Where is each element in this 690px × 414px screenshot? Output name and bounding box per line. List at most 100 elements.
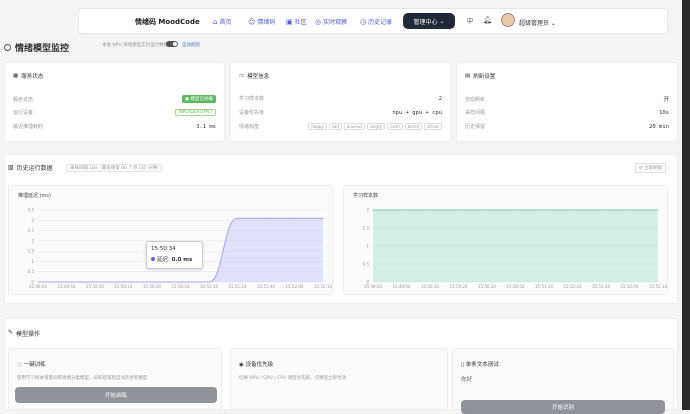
data-point <box>236 217 239 219</box>
data-point <box>543 209 545 211</box>
user-menu[interactable]: 超级管理员 ⌄ <box>519 18 556 27</box>
test-text-input[interactable]: 你好 <box>461 375 472 383</box>
data-point <box>457 209 460 211</box>
y-tick-label: 2.5 <box>28 228 35 233</box>
device-priority-card: ◉ 设备优先级 切换 NPU / GPU / CPU 调度优先级，切换后立即生效 <box>230 348 448 410</box>
tool-icon: ✎ <box>8 329 14 336</box>
y-tick-label: 0.5 <box>28 269 35 274</box>
history-icon: ◷ <box>360 17 367 26</box>
train-title: ◌ 一键训练 <box>17 362 46 368</box>
samples-chart: 00.511.5215:49:24 15:49:54 15:50:14 15:50:2… <box>363 208 668 290</box>
auto-refresh-toggle[interactable] <box>166 41 178 47</box>
model-info-card: ▭ 模型信息 学习样本数 2 设备优先级 npu + gpu + cpu 情绪标签 h… <box>230 62 451 142</box>
refresh-settings-card: ▤ 刷新设置 自动刷新开 采样间隔 10s 历史保留 20 min <box>456 62 678 142</box>
data-point <box>179 281 182 283</box>
avatar[interactable] <box>501 13 515 27</box>
x-tick-label: 15:50:24 <box>450 284 468 289</box>
retention-row: 历史保留 20 min <box>465 123 669 131</box>
chart-icon: ▨ <box>8 164 14 171</box>
live-icon: ◎ <box>315 17 322 26</box>
x-tick-label: 15:52:04 <box>621 284 639 289</box>
x-tick-label: 15:50:34 <box>143 284 161 289</box>
x-tick-label: 15:51:44 <box>257 284 275 289</box>
service-status-row: 服务状态 ● 模型已加载 <box>13 95 216 103</box>
auto-refresh-row: 自动刷新开 <box>465 96 669 104</box>
right-edge-panel <box>682 0 690 410</box>
tag: angry <box>367 123 385 130</box>
emotion-icon: ☺ <box>248 17 256 26</box>
tag: happy <box>308 123 327 130</box>
ops-title: ✎ 模型操作 <box>8 329 41 338</box>
x-tick-label: 15:50:14 <box>421 284 439 289</box>
y-tick-label: 1 <box>366 244 369 249</box>
y-tick-label: 3.5 <box>28 208 35 213</box>
train-card: ◌ 一键训练 使用学习样本增量训练情绪分类模型，训练结束后自动热更新模型 开始训… <box>8 348 222 410</box>
y-tick-label: 3 <box>31 218 34 223</box>
data-point <box>65 281 68 283</box>
data-point <box>514 209 517 211</box>
nav-home[interactable]: ⌂ 首页 <box>213 17 231 27</box>
y-tick-label: 0.5 <box>363 262 370 267</box>
tag: stress <box>424 123 442 130</box>
labels-row: 情绪标签 happy sad anxious angry calm bored … <box>239 123 442 130</box>
history-subtitle: 采样间隔 10s · 最多保留 60 个点 (10 分钟) <box>66 164 163 172</box>
text-icon: ▯ <box>461 362 465 368</box>
community-icon: ▣ <box>286 17 293 26</box>
nav-mood[interactable]: ☺ 情绪码 <box>248 17 275 27</box>
start-detect-button[interactable]: 开始识别 <box>461 400 665 414</box>
page-subtitle: 本地 NPU 情绪模型实时运行数据 <box>102 43 169 48</box>
nav-community[interactable]: ▣ 社区 <box>286 17 307 27</box>
interval-row: 采样间隔 10s <box>465 109 669 117</box>
device-desc: 切换 NPU / GPU / CPU 调度优先级，切换后立即生效 <box>239 376 347 381</box>
data-point <box>657 209 659 211</box>
tag: sad <box>328 123 342 130</box>
brand-logo[interactable]: 情绪码 MoodCode <box>135 17 200 27</box>
x-tick-label: 15:52:14 <box>314 284 332 289</box>
monitor-icon <box>4 44 11 51</box>
data-point <box>208 281 210 283</box>
y-tick-label: 2 <box>31 238 34 243</box>
model-icon: ▭ <box>239 73 245 79</box>
data-point <box>322 217 324 219</box>
history-title: ▨ 历史运行数据 <box>8 164 53 172</box>
nav-live[interactable]: ◎ 实时观察 <box>315 17 347 27</box>
status-badge: ● 模型已加载 <box>182 95 216 103</box>
x-tick-label: 15:51:14 <box>535 284 553 289</box>
bell-icon[interactable]: 🔔︎ <box>483 16 492 24</box>
y-tick-label: 1 <box>31 259 34 264</box>
y-tick-label: 2 <box>366 208 369 213</box>
data-point <box>293 217 296 219</box>
data-point <box>486 209 488 211</box>
data-point <box>372 209 374 211</box>
tag: anxious <box>343 123 366 130</box>
x-tick-label: 15:49:54 <box>58 284 76 289</box>
nav-history[interactable]: ◷ 历史记录 <box>360 17 392 27</box>
y-tick-label: 1.5 <box>28 249 35 254</box>
server-icon: ▦ <box>13 73 19 79</box>
train-desc: 使用学习样本增量训练情绪分类模型，训练结束后自动热更新模型 <box>17 376 148 381</box>
x-tick-label: 15:51:24 <box>229 284 247 289</box>
chevron-down-icon: ⌄ <box>439 17 445 25</box>
data-point <box>94 281 96 283</box>
text-test-title: ▯ 单条文本测试 <box>461 362 499 368</box>
chart-tooltip: 15:50:34 延迟: 0.0 ms <box>146 241 203 269</box>
x-tick-label: 15:50:34 <box>478 284 496 289</box>
y-tick-label: 1.5 <box>363 226 370 231</box>
data-point <box>600 209 602 211</box>
refresh-now-button[interactable]: ⟳ 立即刷新 <box>635 163 667 173</box>
management-center-button[interactable]: 管理中心 ⌄ <box>403 13 455 29</box>
x-tick-label: 15:50:54 <box>172 284 190 289</box>
device-icon: ◉ <box>239 362 244 368</box>
emotion-tags: happy sad anxious angry calm bored stres… <box>308 123 442 130</box>
language-switch[interactable]: 中 <box>467 16 473 25</box>
series-area <box>373 210 658 282</box>
x-tick-label: 15:50:14 <box>86 284 104 289</box>
latency-chart: 00.511.522.533.515:49:24 15:49:54 15:50:14… <box>28 208 333 290</box>
start-train-button[interactable]: 开始训练 <box>15 387 217 403</box>
x-tick-label: 15:51:44 <box>592 284 610 289</box>
data-point <box>571 209 574 211</box>
x-tick-label: 15:52:04 <box>286 284 304 289</box>
x-tick-label: 15:52:14 <box>649 284 667 289</box>
x-tick-label: 15:49:24 <box>29 284 47 289</box>
train-icon: ◌ <box>17 362 22 368</box>
